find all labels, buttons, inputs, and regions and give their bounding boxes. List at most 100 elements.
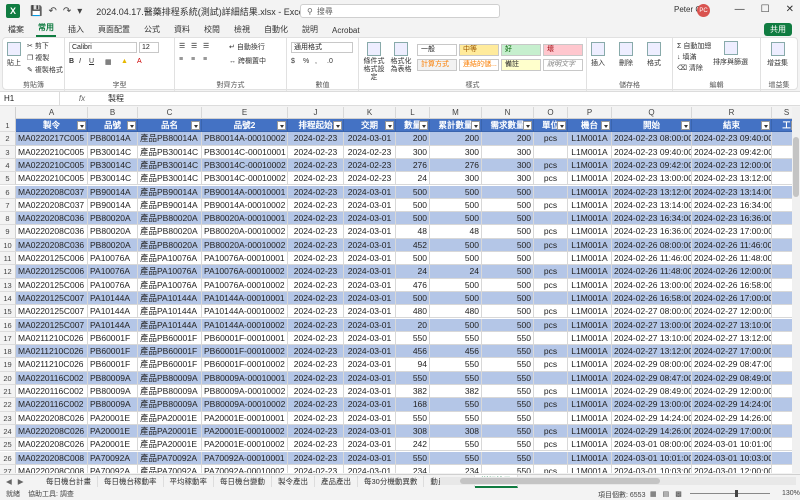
table-cell[interactable]: 550 bbox=[482, 331, 534, 346]
table-cell[interactable]: 500 bbox=[396, 185, 430, 199]
table-cell[interactable]: PB30014C-00010002 bbox=[202, 158, 288, 173]
tab-data[interactable]: 資料 bbox=[172, 24, 192, 37]
table-cell[interactable]: PA10144A-00010002 bbox=[202, 318, 288, 332]
table-cell[interactable]: pcs bbox=[534, 132, 568, 146]
row-number[interactable]: 3 bbox=[0, 145, 16, 159]
table-cell[interactable]: 2024-02-23 bbox=[288, 198, 344, 213]
table-cell[interactable]: 2024-02-23 bbox=[288, 132, 344, 146]
borders-icon[interactable]: ▦ bbox=[105, 58, 112, 66]
table-cell[interactable]: 300 bbox=[430, 145, 482, 159]
column-header[interactable]: N bbox=[482, 107, 534, 119]
number-format-select[interactable]: 通用格式 bbox=[291, 42, 353, 53]
customize-qat-icon[interactable]: ▾ bbox=[77, 6, 82, 17]
table-cell[interactable]: 200 bbox=[482, 132, 534, 146]
sheet-tab[interactable]: 每30分機動異數 bbox=[358, 476, 425, 487]
table-cell[interactable]: 2024-02-26 17:00:00 bbox=[692, 291, 772, 306]
table-cell[interactable]: 550 bbox=[396, 411, 430, 425]
table-cell[interactable]: 產品PB90014A bbox=[138, 185, 202, 199]
table-cell[interactable]: MA0211210C026 bbox=[16, 345, 88, 359]
table-cell[interactable]: L1M001A bbox=[568, 145, 612, 159]
table-cell[interactable]: PA10076A bbox=[88, 278, 138, 292]
table-cell[interactable]: 550 bbox=[430, 331, 482, 346]
table-cell[interactable]: PB80009A-00010002 bbox=[202, 385, 288, 399]
table-cell[interactable]: 456 bbox=[430, 345, 482, 359]
table-cell[interactable]: 2024-02-23 bbox=[288, 424, 344, 439]
avatar[interactable]: PC bbox=[697, 4, 710, 17]
page-break-view-icon[interactable]: ▩ bbox=[675, 490, 682, 498]
table-cell[interactable]: 24 bbox=[396, 172, 430, 186]
table-cell[interactable]: 300 bbox=[396, 145, 430, 159]
table-cell[interactable]: 2024-02-23 bbox=[344, 158, 396, 173]
table-cell[interactable]: PA20001E bbox=[88, 424, 138, 439]
table-cell[interactable]: 168 bbox=[396, 398, 430, 412]
table-cell[interactable]: 2024-02-27 13:10:00 bbox=[692, 318, 772, 332]
table-cell[interactable]: 2024-02-23 bbox=[288, 225, 344, 239]
table-cell[interactable]: 產品PB80020A bbox=[138, 212, 202, 226]
sort-filter-button[interactable]: 排序與篩選 bbox=[713, 41, 748, 67]
table-cell[interactable]: 2024-02-29 08:00:00 bbox=[612, 358, 692, 372]
table-cell[interactable]: 2024-03-01 bbox=[344, 331, 396, 346]
table-cell[interactable]: L1M001A bbox=[568, 172, 612, 186]
table-cell[interactable]: 2024-02-29 14:26:00 bbox=[612, 424, 692, 439]
tab-acrobat[interactable]: Acrobat bbox=[330, 26, 362, 37]
table-cell[interactable]: 2024-02-23 16:34:00 bbox=[612, 212, 692, 226]
filter-dropdown-icon[interactable] bbox=[77, 121, 86, 130]
tab-insert[interactable]: 插入 bbox=[66, 24, 86, 37]
table-cell[interactable]: 2024-02-23 bbox=[288, 265, 344, 279]
row-number[interactable]: 23 bbox=[0, 411, 16, 425]
font-size-select[interactable]: 12 bbox=[139, 42, 159, 53]
table-cell[interactable]: PB80020A bbox=[88, 225, 138, 239]
table-cell[interactable] bbox=[534, 145, 568, 159]
merge-center-button[interactable]: ↔ 跨欄置中 bbox=[229, 56, 266, 66]
table-cell[interactable]: 2024-03-01 bbox=[344, 385, 396, 399]
table-cell[interactable]: PA70092A-00010002 bbox=[202, 464, 288, 473]
row-number[interactable]: 24 bbox=[0, 424, 16, 439]
table-cell[interactable]: 產品PB80014A bbox=[138, 132, 202, 146]
sheet-tab[interactable]: 平均稼動率 bbox=[164, 476, 214, 487]
table-cell[interactable]: 550 bbox=[482, 411, 534, 425]
table-cell[interactable]: PB80009A bbox=[88, 398, 138, 412]
table-cell[interactable]: 456 bbox=[396, 345, 430, 359]
spreadsheet-grid[interactable]: ABCEJKLMNOPQRS 1 製令 品號 品名 品號2 排程起始 交期 數量 累計數量 需求數… bbox=[0, 107, 800, 473]
table-cell[interactable]: PA20001E-00010002 bbox=[202, 424, 288, 439]
table-cell[interactable]: 產品PA10144A bbox=[138, 305, 202, 319]
table-cell[interactable]: 500 bbox=[482, 305, 534, 319]
table-cell[interactable]: 2024-02-23 13:12:00 bbox=[612, 185, 692, 199]
table-cell[interactable]: 2024-03-01 bbox=[344, 358, 396, 372]
table-cell[interactable]: 2024-02-23 bbox=[288, 451, 344, 465]
formula-input[interactable]: 製程 bbox=[104, 93, 124, 104]
table-cell[interactable]: pcs bbox=[534, 358, 568, 372]
table-cell[interactable]: 產品PA20001E bbox=[138, 438, 202, 452]
table-cell[interactable]: MA0220125C006 bbox=[16, 252, 88, 266]
header-cell[interactable]: 機台 bbox=[568, 119, 612, 133]
column-header[interactable]: P bbox=[568, 107, 612, 119]
row-number[interactable]: 17 bbox=[0, 331, 16, 346]
table-cell[interactable]: PA10076A bbox=[88, 265, 138, 279]
table-cell[interactable]: 產品PB30014C bbox=[138, 145, 202, 159]
table-cell[interactable]: 2024-03-01 bbox=[344, 225, 396, 239]
table-cell[interactable]: 308 bbox=[396, 424, 430, 439]
row-number[interactable]: 11 bbox=[0, 252, 16, 266]
table-cell[interactable]: PA10076A-00010002 bbox=[202, 278, 288, 292]
table-cell[interactable]: MA0220208C026 bbox=[16, 424, 88, 439]
filter-dropdown-icon[interactable] bbox=[471, 121, 480, 130]
table-cell[interactable]: 2024-03-01 bbox=[344, 438, 396, 452]
table-cell[interactable]: 2024-02-23 08:00:00 bbox=[612, 132, 692, 146]
column-header[interactable]: B bbox=[88, 107, 138, 119]
table-cell[interactable]: 500 bbox=[396, 291, 430, 306]
style-note[interactable]: 備註 bbox=[501, 59, 541, 71]
table-cell[interactable]: 2024-02-26 08:00:00 bbox=[612, 238, 692, 252]
table-cell[interactable]: 550 bbox=[482, 345, 534, 359]
table-cell[interactable]: 200 bbox=[430, 132, 482, 146]
table-cell[interactable]: 300 bbox=[482, 158, 534, 173]
normal-view-icon[interactable]: ▦ bbox=[650, 490, 657, 498]
filter-dropdown-icon[interactable] bbox=[127, 121, 136, 130]
table-cell[interactable]: PB90014A bbox=[88, 198, 138, 213]
table-cell[interactable]: PB60001F-00010002 bbox=[202, 358, 288, 372]
table-cell[interactable]: L1M001A bbox=[568, 464, 612, 473]
table-cell[interactable]: 550 bbox=[482, 451, 534, 465]
table-cell[interactable]: PA10144A bbox=[88, 291, 138, 306]
table-cell[interactable]: 產品PA20001E bbox=[138, 424, 202, 439]
table-cell[interactable]: 產品PB80020A bbox=[138, 225, 202, 239]
fill-button[interactable]: ↓ 填滿 bbox=[677, 52, 697, 62]
